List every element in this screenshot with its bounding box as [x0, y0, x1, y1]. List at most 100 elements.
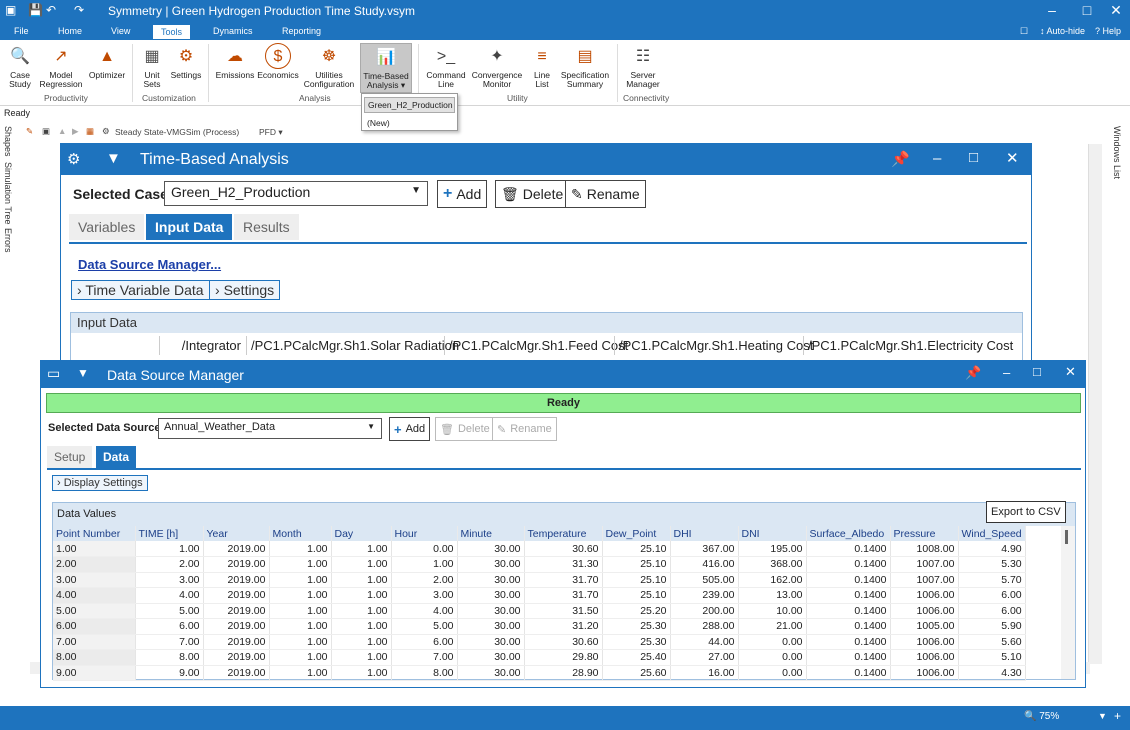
pin-icon[interactable]: 📌 [891, 150, 910, 168]
emissions-button[interactable]: ☁ Emissions [214, 43, 256, 80]
table-cell[interactable]: 1.00 [331, 572, 392, 588]
table-cell[interactable]: 30.00 [457, 649, 525, 666]
table-cell[interactable]: 30.00 [457, 634, 525, 650]
table-cell[interactable]: 9.00 [53, 665, 136, 681]
table-cell[interactable]: 0.1400 [806, 572, 891, 588]
table-cell[interactable]: 1.00 [269, 572, 332, 588]
table-cell[interactable]: 8.00 [135, 649, 204, 666]
table-cell[interactable]: 31.70 [524, 572, 603, 588]
column-header[interactable]: /PC1.PCalcMgr.Sh1.Electricity Cost [803, 336, 1017, 355]
scroll-thumb[interactable] [1065, 530, 1068, 544]
table-cell[interactable]: 21.00 [738, 618, 807, 635]
table-cell[interactable]: 0.00 [391, 541, 458, 557]
data-source-manager-link[interactable]: Data Source Manager... [78, 257, 221, 272]
column-header[interactable]: DNI [738, 526, 807, 541]
close-icon[interactable]: ✕ [1006, 149, 1019, 167]
table-cell[interactable]: 1.00 [331, 665, 392, 681]
table-cell[interactable]: 1.00 [269, 665, 332, 681]
table-cell[interactable]: 16.00 [670, 665, 739, 681]
column-header[interactable]: Wind_Speed [958, 526, 1026, 541]
time-variable-data-expander[interactable]: › Time Variable Data [71, 280, 210, 300]
tool-icon-3[interactable]: ▲ [58, 126, 66, 136]
table-cell[interactable]: 1.00 [53, 541, 136, 557]
case-study-button[interactable]: 🔍 Case Study [4, 43, 36, 89]
minimize-button[interactable]: – [1040, 2, 1064, 18]
table-cell[interactable]: 0.1400 [806, 634, 891, 650]
command-line-button[interactable]: >_ Command Line [424, 43, 468, 89]
table-cell[interactable]: 1006.00 [890, 603, 959, 619]
table-cell[interactable]: 5.30 [958, 556, 1026, 573]
table-cell[interactable]: 1.00 [269, 541, 332, 557]
table-cell[interactable]: 1006.00 [890, 649, 959, 666]
table-cell[interactable]: 25.10 [602, 541, 671, 557]
table-cell[interactable]: 31.30 [524, 556, 603, 573]
tool-icon-1[interactable]: ✎ [26, 126, 33, 137]
table-cell[interactable]: 3.00 [135, 572, 204, 588]
table-row[interactable]: 2.00 2.00 2019.00 1.00 1.00 1.00 30.00 31.30 25.… [53, 556, 1026, 573]
time-based-analysis-button[interactable]: 📊 Time-Based Analysis ▾ [360, 43, 412, 93]
table-cell[interactable]: 1.00 [331, 634, 392, 650]
table-cell[interactable]: 1.00 [331, 541, 392, 557]
menu-dropdown-icon[interactable]: ▼ [77, 366, 89, 380]
zoom-control[interactable]: 🔍 75% [1024, 711, 1059, 722]
table-cell[interactable]: 1.00 [269, 556, 332, 573]
table-cell[interactable]: 195.00 [738, 541, 807, 557]
export-csv-button[interactable]: Export to CSV [986, 501, 1066, 523]
table-cell[interactable]: 4.90 [958, 541, 1026, 557]
table-row[interactable]: 5.00 5.00 2019.00 1.00 1.00 4.00 30.00 31.50 25.… [53, 603, 1026, 619]
table-cell[interactable]: 6.00 [53, 618, 136, 635]
table-cell[interactable]: 0.00 [738, 649, 807, 666]
table-cell[interactable]: 239.00 [670, 587, 739, 604]
column-header[interactable]: Hour [391, 526, 458, 541]
table-cell[interactable]: 4.00 [391, 603, 458, 619]
table-cell[interactable]: 30.00 [457, 587, 525, 604]
table-cell[interactable]: 6.00 [958, 603, 1026, 619]
table-cell[interactable]: 25.10 [602, 572, 671, 588]
table-cell[interactable]: 0.1400 [806, 587, 891, 604]
table-cell[interactable]: 1.00 [391, 556, 458, 573]
column-header[interactable]: Month [269, 526, 332, 541]
table-cell[interactable]: 5.90 [958, 618, 1026, 635]
column-header[interactable]: /PC1.PCalcMgr.Sh1.Heating Cost [614, 336, 817, 355]
help-button[interactable]: ? Help [1095, 26, 1121, 36]
table-cell[interactable]: 31.70 [524, 587, 603, 604]
solver-mode-label[interactable]: Steady State-VMGSim (Process) [115, 127, 239, 137]
settings-expander[interactable]: › Settings [209, 280, 281, 300]
column-header[interactable]: DHI [670, 526, 739, 541]
table-cell[interactable]: 10.00 [738, 603, 807, 619]
table-cell[interactable]: 2019.00 [203, 665, 270, 681]
table-cell[interactable]: 7.00 [135, 634, 204, 650]
table-cell[interactable]: 0.1400 [806, 541, 891, 557]
table-cell[interactable]: 0.1400 [806, 603, 891, 619]
table-cell[interactable]: 1.00 [269, 618, 332, 635]
data-source-combo[interactable]: Annual_Weather_Data ▼ [158, 418, 382, 439]
table-cell[interactable]: 5.10 [958, 649, 1026, 666]
table-cell[interactable]: 30.00 [457, 541, 525, 557]
maximize-icon[interactable]: □ [969, 149, 978, 166]
column-header[interactable]: /PC1.PCalcMgr.Sh1.Solar Radiation [246, 336, 463, 355]
column-header[interactable]: Point Number [53, 526, 136, 541]
table-cell[interactable]: 25.30 [602, 618, 671, 635]
side-tab-simulation-tree[interactable]: Simulation Tree [3, 162, 13, 225]
table-cell[interactable]: 2.00 [391, 572, 458, 588]
table-cell[interactable]: 1.00 [331, 587, 392, 604]
menu-dynamics[interactable]: Dynamics [213, 26, 253, 36]
table-cell[interactable]: 0.00 [738, 634, 807, 650]
unit-sets-button[interactable]: ▦ Unit Sets [138, 43, 166, 89]
table-cell[interactable]: 1007.00 [890, 556, 959, 573]
table-cell[interactable]: 30.60 [524, 634, 603, 650]
table-cell[interactable]: 25.60 [602, 665, 671, 681]
optimizer-button[interactable]: ▲ Optimizer [86, 43, 128, 80]
table-cell[interactable]: 8.00 [53, 649, 136, 666]
table-cell[interactable]: 4.00 [135, 587, 204, 604]
tool-icon-5[interactable]: ▦ [86, 126, 94, 137]
settings-button[interactable]: ⚙ Settings [168, 43, 204, 80]
undo-icon[interactable]: ↶ [46, 3, 56, 17]
minimize-icon[interactable]: – [933, 150, 941, 167]
table-cell[interactable]: 1008.00 [890, 541, 959, 557]
table-cell[interactable]: 31.50 [524, 603, 603, 619]
table-cell[interactable]: 4.00 [53, 587, 136, 604]
column-header[interactable]: Day [331, 526, 392, 541]
specification-summary-button[interactable]: ▤ Specification Summary [558, 43, 612, 89]
column-header[interactable]: TIME [h] [135, 526, 204, 541]
